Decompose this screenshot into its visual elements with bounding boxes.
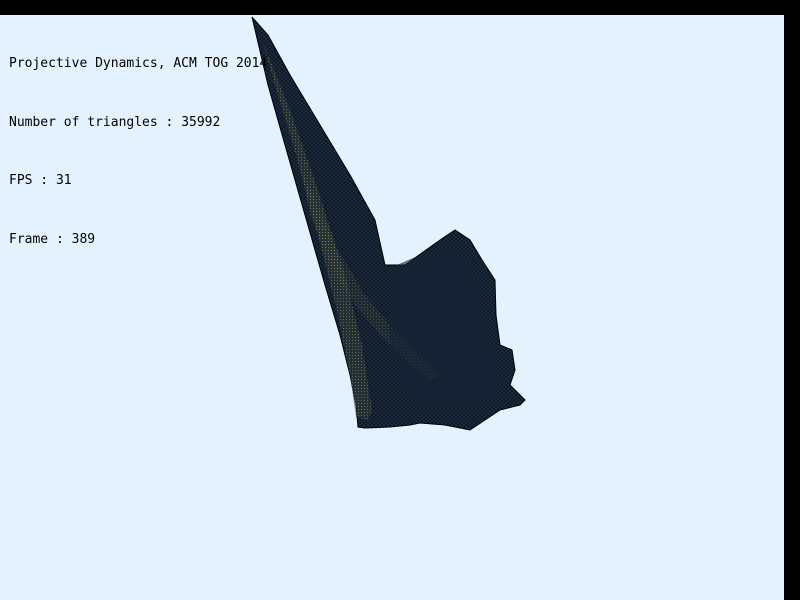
- hud-title: Projective Dynamics, ACM TOG 2014: [9, 56, 268, 71]
- render-viewport[interactable]: Projective Dynamics, ACM TOG 2014 Number…: [0, 15, 784, 600]
- app-window: Projective Dynamics, ACM TOG 2014 Number…: [0, 0, 800, 600]
- hud-frame-value: 389: [71, 231, 96, 247]
- hud-overlay: Projective Dynamics, ACM TOG 2014 Number…: [9, 15, 267, 288]
- hud-fps: FPS : 31: [9, 173, 72, 188]
- hud-fps-label: FPS: [9, 173, 33, 188]
- hud-triangle-value: 35992: [181, 114, 221, 130]
- hud-triangle-label: Number of triangles: [9, 114, 158, 130]
- hud-triangle-count: Number of triangles : 35992: [9, 114, 221, 130]
- hud-frame-label: Frame: [9, 231, 49, 247]
- hud-frame: Frame : 389: [9, 231, 96, 247]
- hud-fps-value: 31: [55, 173, 72, 188]
